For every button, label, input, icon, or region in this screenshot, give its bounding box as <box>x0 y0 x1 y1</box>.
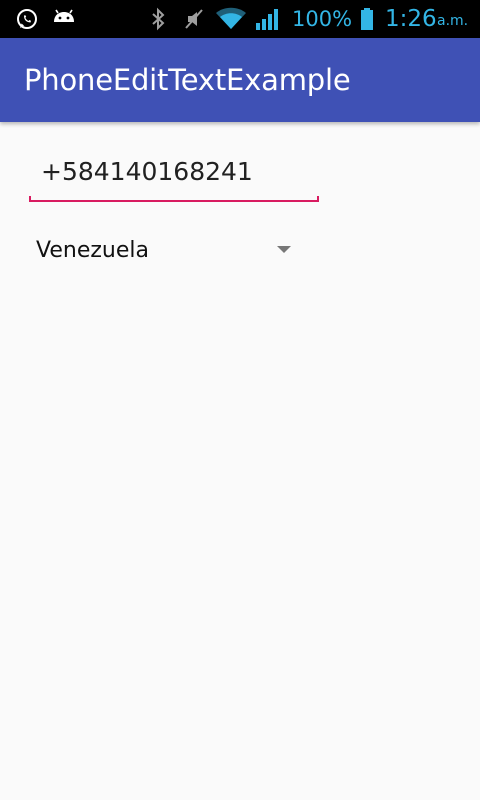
whatsapp-icon <box>14 0 40 38</box>
country-spinner-label: Venezuela <box>36 237 149 263</box>
clock-time: 1:26 <box>385 6 437 32</box>
mute-icon <box>182 0 206 38</box>
country-spinner[interactable]: Venezuela <box>36 232 298 268</box>
battery-icon <box>357 0 377 38</box>
battery-percent: 100% <box>292 7 353 31</box>
wifi-icon <box>215 0 247 38</box>
status-bar: 100% 1:26 a.m. <box>0 0 480 38</box>
phone-input[interactable] <box>29 152 319 198</box>
clock-ampm: a.m. <box>437 13 469 29</box>
bluetooth-icon <box>148 0 168 38</box>
android-icon <box>50 0 78 38</box>
signal-icon <box>254 0 282 38</box>
phone-input-underline <box>29 196 319 202</box>
app-bar: PhoneEditTextExample <box>0 38 480 122</box>
phone-field[interactable] <box>29 152 319 202</box>
dropdown-arrow-icon <box>277 246 291 253</box>
app-title: PhoneEditTextExample <box>24 63 351 97</box>
